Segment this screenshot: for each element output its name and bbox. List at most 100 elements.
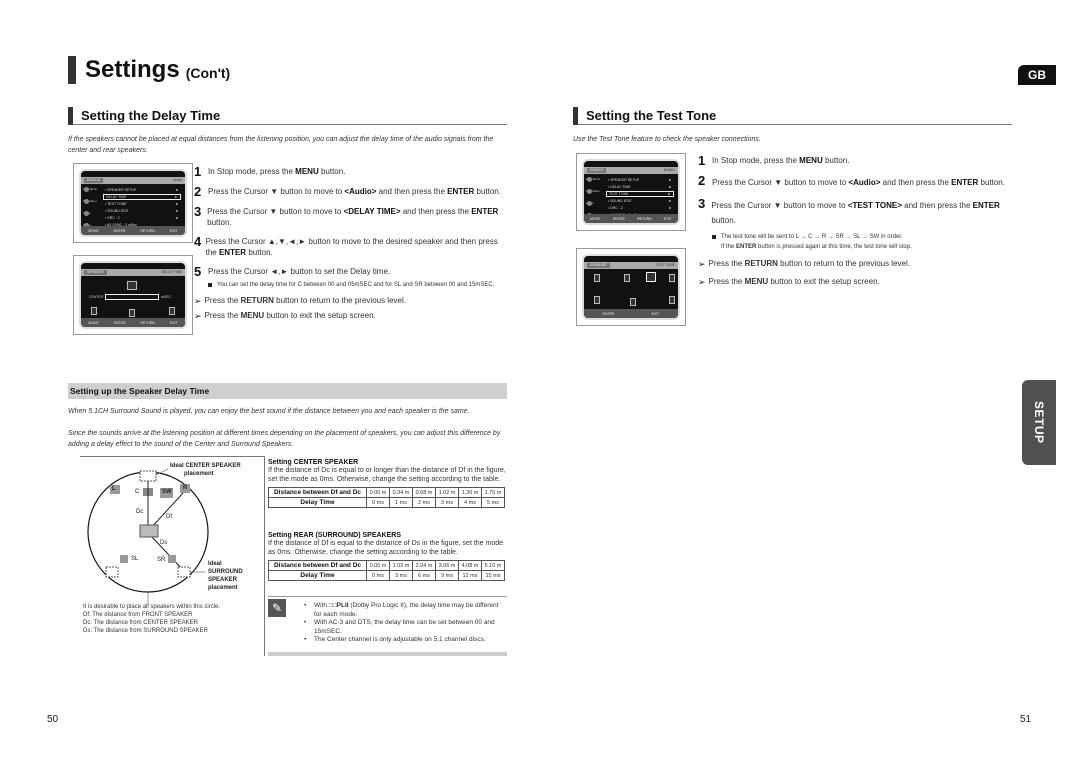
tone-note-line2: If the ENTER button is pressed again at … <box>721 244 912 250</box>
label-ds: Ds <box>160 540 168 546</box>
notes-list: • With □□PLII (Dolby Pro Logic II), the d… <box>304 602 504 645</box>
step-1: 1 In Stop mode, press the MENU button. <box>194 164 346 179</box>
ideal-center-label: Ideal CENTER SPEAKER placement <box>170 463 241 477</box>
heading-text: Setting the Delay Time <box>81 108 221 123</box>
screen-bottom-bar: ENTER EXIT <box>584 309 678 318</box>
notes-box: ✎ • With □□PLII (Dolby Pro Logic II), the… <box>268 596 507 656</box>
page-title: Settings (Con't) <box>68 56 230 84</box>
unit-label: mSEC <box>161 295 172 299</box>
tip-menu: ➢ Press the MENU button to exit the setup… <box>194 311 376 321</box>
tone-intro: Use the Test Tone feature to check the s… <box>573 136 761 143</box>
arrow-icon: ➢ <box>698 259 706 269</box>
screen-bottom-bar: MOVE ENTER RETURN EXIT <box>584 214 678 223</box>
speaker-delay-heading: Setting up the Speaker Delay Time <box>68 383 507 399</box>
step-2: 2 Press the Cursor ▼ button to move to <A… <box>194 184 501 199</box>
speaker-sr-box <box>168 555 176 563</box>
menu-row: • SPEAKER SETUP ► <box>105 188 179 192</box>
note-item: • With □□PLII (Dolby Pro Logic II), the d… <box>304 602 499 618</box>
screen-bottom-bar: MOVE ENTER RETURN EXIT <box>81 226 185 235</box>
label-l: L <box>112 486 116 492</box>
arrow-icon: ➢ <box>698 277 706 287</box>
heading-text: Setting the Test Tone <box>586 108 717 123</box>
listener-icon <box>630 298 636 306</box>
speaker-delay-para2: Since the sounds arrive at the listening… <box>68 430 501 448</box>
speaker-diagram: Ideal CENTER SPEAKER placement L C SW R D… <box>80 456 265 656</box>
delay-menu-screenshot: DVD/CD Audio Disc Menu Title Menu Audio S… <box>73 163 193 243</box>
menu-row: • TEST TONE ► <box>105 202 179 206</box>
speaker-sl-box <box>120 555 128 563</box>
tone-menu-screenshot: DVD/CDAUDIO Disc Menu Title Menu Audio S… <box>576 153 686 231</box>
title-bar <box>68 56 76 84</box>
delay-section-heading: Setting the Delay Time <box>68 106 507 125</box>
speaker-sr-icon <box>669 296 675 304</box>
ideal-sl-box <box>105 566 119 578</box>
table-row: Distance between Df and Dc 0.00 m 1.02 m 2.… <box>268 560 505 571</box>
bullet-square-icon <box>712 235 716 239</box>
tip-menu: ➢ Press the MENU button to exit the setup… <box>698 277 880 287</box>
delay-intro: If the speakers cannot be placed at equa… <box>68 136 494 154</box>
menu-row-selected: DELAY TIME ► <box>103 194 181 200</box>
tone-note: The test tone will be sent to L → C → R … <box>712 232 1013 242</box>
speaker-sw-selected-icon <box>646 272 656 282</box>
speaker-l-icon <box>594 274 600 282</box>
label-c: C <box>135 489 140 495</box>
screen-top-bar: DVD/CD AUDIO <box>584 167 678 174</box>
label-df: Df <box>166 514 172 520</box>
center-delay-table: Distance between Df and Dc 0.00 m 0.34 m 0.… <box>268 487 505 508</box>
ideal-sr-box <box>177 566 191 578</box>
heading-bar <box>68 106 73 125</box>
speaker-delay-para1: When 5.1CH Surround Sound is played, you… <box>68 408 470 415</box>
speaker-sr-icon <box>169 307 175 315</box>
arrow-icon: ➢ <box>194 311 202 321</box>
side-audio: Audio <box>83 211 101 221</box>
screen-bottom-bar: MOVE ENTER RETURN EXIT <box>81 318 185 327</box>
rear-table-desc: If the distance of Df is equal to the di… <box>268 540 504 556</box>
tip-return: ➢ Press the RETURN button to return to th… <box>194 296 406 306</box>
pencil-note-icon: ✎ <box>268 599 286 617</box>
delay-note: You can set the delay time for C between… <box>208 280 506 290</box>
setup-tab-label: SETUP <box>1032 401 1046 444</box>
step-1: 1 In Stop mode, press the MENU button. <box>698 153 850 168</box>
listener-chair <box>139 524 159 538</box>
speaker-r-icon <box>669 274 675 282</box>
screen-top-right: Audio <box>173 178 182 182</box>
step-4: 4 Press the Cursor ▲,▼,◄,► button to move… <box>194 234 498 257</box>
speaker-sl-icon <box>91 307 97 315</box>
note-item: • The Center channel is only adjustable o… <box>304 636 486 643</box>
speaker-c-icon <box>624 274 630 282</box>
center-speaker-setting: Setting CENTER SPEAKER If the distance o… <box>268 459 508 508</box>
center-table-title: Setting CENTER SPEAKER <box>268 459 359 466</box>
test-tone-screenshot: SPEAKER TEST TONE ENTER EXIT <box>576 248 686 326</box>
ideal-surround-label: Ideal SURROUND SPEAKER placement <box>208 561 243 591</box>
step-3: 3 Press the Cursor ▼ button to move to <T… <box>698 196 1000 225</box>
label-dc: Dc <box>136 509 144 515</box>
step-2: 2 Press the Cursor ▼ button to move to <A… <box>698 173 1005 188</box>
side-disc-menu: Disc Menu <box>586 177 604 187</box>
bullet-square-icon <box>208 283 212 287</box>
side-title-menu: Title Menu <box>586 189 604 199</box>
table-row: Distance between Df and Dc 0.00 m 0.34 m 0.… <box>268 487 505 498</box>
screen-top-bar: SPEAKER TEST TONE <box>584 262 678 269</box>
label-sr: SR <box>157 557 166 563</box>
title-suffix: (Con't) <box>185 65 231 81</box>
language-badge: GB <box>1018 65 1056 85</box>
ideal-center-box <box>139 470 157 482</box>
rear-speaker-setting: Setting REAR (SURROUND) SPEAKERS If the … <box>268 532 508 581</box>
setup-side-tab: SETUP <box>1022 380 1056 465</box>
center-label: CENTER <box>89 295 104 299</box>
side-title-menu: Title Menu <box>83 199 101 209</box>
listener-icon <box>129 309 135 317</box>
label-sw: SW <box>162 489 172 495</box>
speaker-sl-icon <box>594 296 600 304</box>
label-r: R <box>183 485 188 491</box>
rear-delay-table: Distance between Df and Dc 0.00 m 1.02 m 2.… <box>268 560 505 581</box>
menu-row: • SOUND EDIT ► <box>608 199 672 203</box>
menu-row-selected: TEST TONE ► <box>606 191 674 197</box>
title-text: Settings <box>85 56 180 83</box>
note-item: • With AC-3 and DTS, the delay time can b… <box>304 619 495 635</box>
menu-row: • SOUND EDIT ► <box>105 209 179 213</box>
step-3: 3 Press the Cursor ▼ button to move to <D… <box>194 204 499 227</box>
table-row: Delay Time 0 ms 1 ms 2 ms 3 ms 4 ms 5 ms <box>268 497 505 508</box>
heading-bar <box>573 106 578 125</box>
step-5: 5 Press the Cursor ◄,► button to set the … <box>194 264 391 279</box>
